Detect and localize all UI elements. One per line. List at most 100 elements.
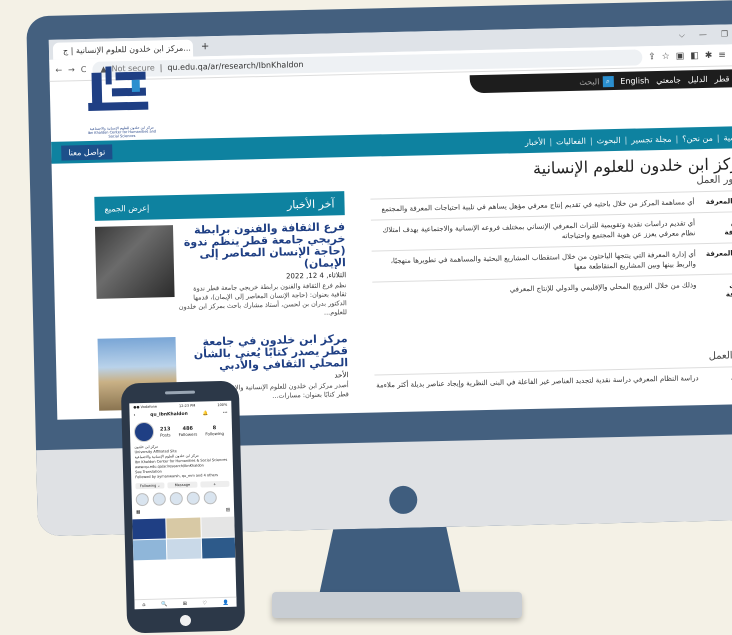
forward-icon[interactable]: → — [68, 65, 75, 74]
news-headline[interactable]: فرع الثقافة والفنون برابطة خريجي جامعة ق… — [175, 220, 346, 273]
profile-summary: 213 Posts 486 Followers 8 Following — [130, 418, 233, 445]
heart-icon[interactable]: ♡ — [202, 600, 207, 606]
ext2-icon[interactable]: ◧ — [690, 51, 699, 61]
nav-about[interactable]: من نحن؟ — [682, 133, 713, 143]
news-body: نظم فرع الثقافة والفنون برابطة خريجي جام… — [178, 281, 348, 317]
highlight-item[interactable] — [186, 491, 200, 505]
row-key: إنتاج المعرفة — [705, 197, 732, 206]
nav-journal[interactable]: مجلة تجسير — [631, 134, 671, 144]
post-grid — [132, 515, 236, 563]
row-key: إدارة المعرفة — [705, 249, 732, 258]
nav-separator: | — [624, 135, 628, 145]
highlight-item[interactable] — [169, 492, 183, 506]
monitor-foot — [272, 592, 522, 618]
nav-qu[interactable]: جامعة قطر — [715, 73, 732, 83]
highlight-item[interactable] — [203, 491, 217, 505]
post-thumb[interactable] — [166, 517, 201, 539]
search-icon[interactable]: ⌕ — [602, 75, 614, 87]
nav-english[interactable]: English — [620, 76, 649, 86]
post-thumb[interactable] — [167, 538, 202, 560]
nav-directory[interactable]: الدليل — [688, 74, 708, 83]
bell-icon[interactable]: 🔔 — [203, 411, 209, 416]
nav-news[interactable]: الأخبار — [525, 137, 546, 146]
post-thumb[interactable] — [200, 516, 235, 538]
back-icon[interactable]: ‹ — [134, 413, 136, 418]
top-nav: جامعة قطر الدليل جامعتي English ⌕ البحث — [469, 68, 732, 94]
more-icon[interactable]: ⋯ — [223, 411, 228, 416]
section-heading: أطر العمل — [708, 350, 732, 362]
share-icon[interactable]: ⇪ — [648, 52, 656, 62]
new-tab-button[interactable]: + — [201, 41, 210, 52]
nav-separator: | — [549, 136, 553, 147]
tab-search-icon[interactable]: ⌵ — [679, 30, 685, 40]
work-axes-list: إنتاج المعرفة أي مساهمة المركز من خلال ب… — [370, 189, 732, 313]
message-button[interactable]: Message — [167, 481, 198, 489]
extensions: ⇪ ☆ ▣ ◧ ✱ ≡ ◻ ● — [648, 49, 732, 62]
reload-icon[interactable]: C — [81, 65, 87, 74]
clock: 12:23 PM — [178, 403, 196, 409]
contact-button[interactable]: تواصل معنا — [61, 143, 113, 161]
nav-separator: | — [675, 134, 679, 144]
row-key: تقويم المعرفة — [724, 218, 732, 237]
avatar[interactable] — [133, 421, 155, 443]
stat-following[interactable]: 8 Following — [205, 424, 224, 436]
news-text: فرع الثقافة والفنون برابطة خريجي جامعة ق… — [175, 220, 348, 321]
nav-home[interactable]: الرئيسية — [723, 132, 732, 142]
news-item[interactable]: فرع الثقافة والفنون برابطة خريجي جامعة ق… — [94, 220, 347, 317]
section-heading: محاور العمل — [696, 174, 732, 187]
news-thumbnail[interactable] — [94, 225, 175, 299]
tab-title: مركز ابن خلدون للعلوم الإنسانية | ج... — [62, 43, 192, 56]
row-key: التجديد — [706, 372, 732, 383]
following-button[interactable]: Following ⌄ — [135, 482, 165, 490]
nav-events[interactable]: الفعاليات — [556, 136, 586, 146]
list-item: التجديد دراسة النظام المعرفي دراسة نقدية… — [374, 365, 732, 396]
window-controls: ⌵ — ❐ ✕ — [679, 29, 732, 41]
row-text: أي إدارة المعرفة التي ينتجها الباحثون من… — [390, 250, 697, 271]
ibn-khaldon-logo[interactable] — [87, 64, 150, 121]
nav-separator: | — [589, 136, 593, 146]
search-icon[interactable]: 🔍 — [161, 601, 167, 607]
url-text: qu.edu.qa/ar/research/IbnKhaldon — [167, 60, 304, 73]
instagram-profile: ●● Vodafone 12:23 PM 100% ‹ qu_IbnKhaldo… — [129, 400, 237, 610]
highlight-item[interactable] — [135, 492, 149, 507]
stat-posts[interactable]: 213 Posts — [160, 426, 171, 437]
news-headline[interactable]: مركز ابن خلدون في جامعة قطر يصدر كتابًا … — [178, 332, 349, 373]
add-button[interactable]: + — [199, 480, 230, 488]
logo-caption: مركز ابن خلدون للعلوم الإنسانية والاجتما… — [87, 125, 157, 139]
carrier: ●● Vodafone — [133, 404, 158, 410]
battery: 100% — [217, 402, 228, 408]
stat-followers[interactable]: 486 Followers — [178, 425, 197, 436]
puzzle-icon[interactable]: ✱ — [705, 50, 713, 60]
news-header: آخر الأخبار إعرض الجميع — [94, 191, 345, 221]
profile-icon[interactable]: 👤 — [222, 599, 228, 605]
home-icon[interactable]: ⌂ — [142, 602, 145, 608]
highlight-item[interactable] — [152, 492, 166, 506]
minimize-icon[interactable]: — — [699, 30, 707, 40]
reels-icon[interactable]: ⊞ — [183, 600, 187, 606]
menu-icon[interactable]: ≡ — [718, 50, 726, 60]
post-thumb[interactable] — [132, 539, 167, 561]
search-placeholder: البحث — [579, 76, 600, 87]
back-icon[interactable]: ← — [55, 66, 62, 75]
profile-stats: 213 Posts 486 Followers 8 Following — [160, 424, 224, 437]
post-thumb[interactable] — [201, 537, 236, 559]
nav-myqu[interactable]: جامعتي — [656, 75, 681, 85]
maximize-icon[interactable]: ❐ — [721, 29, 728, 39]
ext1-icon[interactable]: ▣ — [676, 51, 685, 61]
post-thumb[interactable] — [132, 518, 167, 540]
browser-tab[interactable]: مركز ابن خلدون للعلوم الإنسانية | ج... × — [52, 39, 194, 60]
row-text: دراسة النظام المعرفي دراسة نقدية لتجديد … — [376, 374, 699, 390]
username: qu_IbnKhaldon — [150, 411, 188, 418]
nav-separator: | — [716, 133, 720, 143]
search-box[interactable]: ⌕ البحث — [579, 75, 614, 88]
url-separator: | — [159, 63, 163, 73]
row-text: أي تقديم دراسات نقدية وتقويمية للتراث ال… — [382, 219, 696, 241]
grid-tab-icon[interactable]: ▦ — [136, 510, 140, 515]
view-all-link[interactable]: إعرض الجميع — [104, 203, 149, 213]
tagged-tab-icon[interactable]: ▤ — [226, 508, 230, 513]
row-text: وذلك من خلال الترويج المحلي والإقليمي وا… — [509, 281, 697, 294]
row-text: أي مساهمة المركز من خلال باحثيه في تقديم… — [381, 198, 695, 214]
star-icon[interactable]: ☆ — [662, 51, 670, 61]
home-button-icon[interactable] — [179, 614, 192, 627]
nav-research[interactable]: البحوث — [597, 135, 621, 145]
